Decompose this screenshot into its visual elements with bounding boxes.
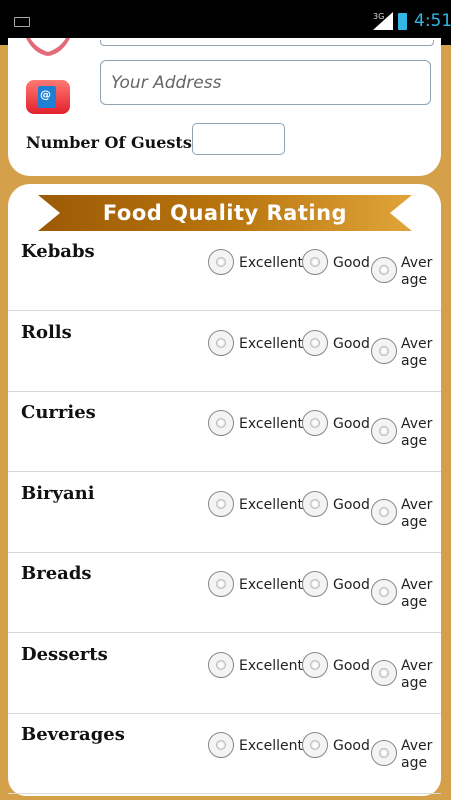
rating-row: Breads Excellent Good Average [8, 553, 441, 633]
radio-average[interactable] [371, 418, 397, 444]
food-item-name: Kebabs [21, 241, 95, 262]
option-label-good: Good [333, 577, 370, 593]
radio-good[interactable] [302, 249, 328, 275]
address-input[interactable] [100, 60, 431, 105]
option-label-good: Good [333, 416, 370, 432]
option-label-average: Average [401, 577, 433, 610]
clock: 4:51 [414, 11, 451, 31]
radio-excellent[interactable] [208, 490, 234, 517]
food-item-name: Desserts [21, 643, 108, 665]
radio-excellent[interactable] [208, 651, 234, 678]
radio-excellent[interactable] [208, 571, 234, 597]
food-item-name: Beverages [21, 724, 125, 745]
food-item-name: Breads [21, 563, 92, 584]
option-label-excellent: Excellent [239, 738, 303, 754]
rating-row: Desserts Excellent Good Average [8, 634, 441, 714]
phone-field-edge[interactable] [100, 40, 434, 46]
radio-average[interactable] [371, 257, 397, 283]
food-item-name: Rolls [21, 321, 72, 343]
option-label-good: Good [333, 255, 370, 271]
radio-good[interactable] [302, 651, 328, 678]
rating-row: Kebabs Excellent Good Average [8, 231, 441, 311]
contact-card [8, 38, 441, 176]
radio-excellent[interactable] [208, 329, 234, 356]
rating-row: Biryani Excellent Good Average [8, 473, 441, 553]
radio-excellent[interactable] [208, 410, 234, 436]
food-item-name: Biryani [21, 482, 95, 504]
guests-label: Number Of Guests [26, 133, 192, 152]
option-label-average: Average [401, 738, 433, 771]
radio-average[interactable] [371, 337, 397, 364]
option-label-average: Average [401, 416, 433, 449]
option-label-average: Average [401, 657, 433, 691]
guests-input[interactable] [192, 123, 285, 155]
radio-excellent[interactable] [208, 732, 234, 758]
option-label-good: Good [333, 657, 370, 674]
rating-title: Food Quality Rating [102, 201, 348, 225]
option-label-excellent: Excellent [239, 657, 303, 674]
radio-average[interactable] [371, 659, 397, 686]
option-label-average: Average [401, 255, 433, 288]
rating-row: Rolls Excellent Good Average [8, 312, 441, 392]
radio-average[interactable] [371, 579, 397, 605]
radio-good[interactable] [302, 410, 328, 436]
radio-good[interactable] [302, 490, 328, 517]
food-item-name: Curries [21, 402, 96, 423]
option-label-good: Good [333, 496, 370, 513]
keyboard-icon [14, 17, 30, 27]
radio-good[interactable] [302, 732, 328, 758]
option-label-average: Average [401, 496, 433, 530]
rating-row: Curries Excellent Good Average [8, 392, 441, 472]
battery-icon [398, 13, 407, 30]
option-label-excellent: Excellent [239, 255, 303, 271]
radio-average[interactable] [371, 740, 397, 766]
heart-icon [26, 38, 70, 56]
radio-average[interactable] [371, 498, 397, 525]
option-label-excellent: Excellent [239, 335, 303, 352]
option-label-excellent: Excellent [239, 416, 303, 432]
signal-icon [373, 12, 393, 30]
radio-excellent[interactable] [208, 249, 234, 275]
address-book-icon: @ [26, 80, 70, 114]
radio-good[interactable] [302, 571, 328, 597]
option-label-average: Average [401, 335, 433, 369]
rating-banner: Food Quality Rating [38, 195, 412, 231]
option-label-good: Good [333, 335, 370, 352]
option-label-excellent: Excellent [239, 577, 303, 593]
rating-row: Beverages Excellent Good Average [8, 714, 441, 794]
option-label-good: Good [333, 738, 370, 754]
option-label-excellent: Excellent [239, 496, 303, 513]
radio-good[interactable] [302, 329, 328, 356]
